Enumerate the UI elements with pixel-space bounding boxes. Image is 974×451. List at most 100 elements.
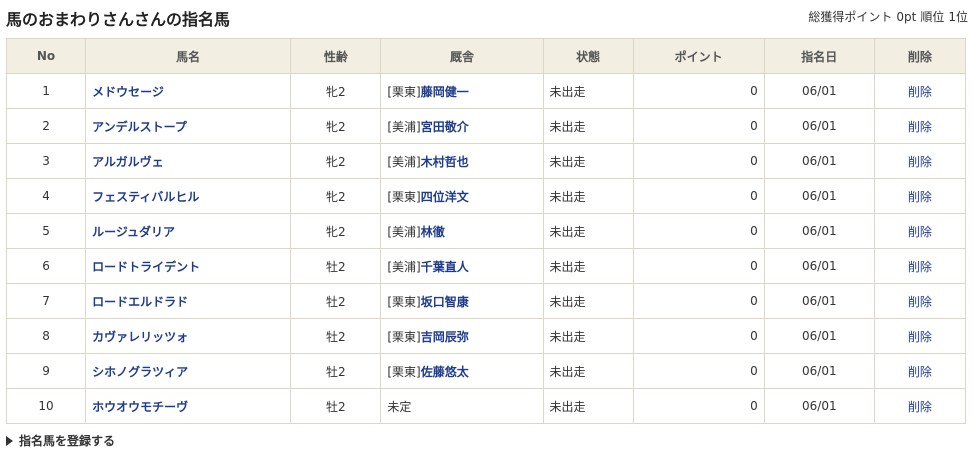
delete-link[interactable]: 削除: [908, 330, 932, 344]
page-title: 馬のおまわりさんさんの指名馬: [6, 10, 231, 29]
table-header-row: No 馬名 性齢 厩舎 状態 ポイント 指名日 削除: [5, 38, 967, 74]
delete-link[interactable]: 削除: [908, 365, 932, 379]
cell-stable: [栗東]吉岡辰弥: [380, 318, 544, 354]
cell-horse-name: ホウオウモチーヴ: [85, 388, 292, 424]
cell-sex-age: 牡2: [290, 353, 382, 389]
cell-date: 06/01: [763, 73, 875, 109]
horse-name-link[interactable]: ルージュダリア: [92, 225, 175, 239]
trainer-link[interactable]: 藤岡健一: [421, 85, 469, 99]
stable-region: [栗東]: [387, 84, 421, 99]
cell-stable: [美浦]千葉直人: [380, 248, 544, 284]
cell-status: 未出走: [542, 213, 634, 249]
rank-value: 1位: [948, 10, 968, 24]
trainer-link[interactable]: 坂口智康: [421, 295, 469, 309]
horse-name-link[interactable]: ホウオウモチーヴ: [92, 400, 188, 414]
cell-no: 2: [5, 108, 87, 144]
cell-points: 0: [632, 143, 765, 179]
delete-link[interactable]: 削除: [908, 120, 932, 134]
trainer-link[interactable]: 吉岡辰弥: [421, 330, 469, 344]
cell-delete: 削除: [873, 318, 967, 354]
table-row: 9 シホノグラツィア 牡2 [栗東]佐藤悠太 未出走 0 06/01 削除: [5, 353, 967, 389]
delete-link[interactable]: 削除: [908, 190, 932, 204]
horse-name-link[interactable]: フェスティバルヒル: [92, 190, 199, 204]
horse-name-link[interactable]: ロードエルドラド: [92, 295, 188, 309]
cell-stable: [美浦]宮田敬介: [380, 108, 544, 144]
cell-status: 未出走: [542, 283, 634, 319]
cell-no: 6: [5, 248, 87, 284]
cell-points: 0: [632, 248, 765, 284]
cell-status: 未出走: [542, 353, 634, 389]
col-header-horse-name: 馬名: [85, 38, 292, 74]
trainer-link[interactable]: 林徹: [421, 225, 445, 239]
cell-no: 10: [5, 388, 87, 424]
horse-name-link[interactable]: メドウセージ: [92, 85, 164, 99]
cell-status: 未出走: [542, 143, 634, 179]
rank-label: 順位: [920, 10, 945, 24]
table-row: 3 アルガルヴェ 牝2 [美浦]木村哲也 未出走 0 06/01 削除: [5, 143, 967, 179]
delete-link[interactable]: 削除: [908, 260, 932, 274]
trainer-undecided: 未定: [387, 399, 412, 414]
cell-sex-age: 牝2: [290, 213, 382, 249]
cell-delete: 削除: [873, 178, 967, 214]
trainer-link[interactable]: 四位洋文: [421, 190, 469, 204]
cell-no: 9: [5, 353, 87, 389]
cell-points: 0: [632, 283, 765, 319]
cell-points: 0: [632, 353, 765, 389]
cell-sex-age: 牝2: [290, 143, 382, 179]
table-row: 1 メドウセージ 牝2 [栗東]藤岡健一 未出走 0 06/01 削除: [5, 73, 967, 109]
cell-delete: 削除: [873, 73, 967, 109]
cell-sex-age: 牡2: [290, 283, 382, 319]
delete-link[interactable]: 削除: [908, 400, 932, 414]
triangle-right-icon: [6, 436, 13, 446]
cell-date: 06/01: [763, 213, 875, 249]
cell-stable: [栗東]四位洋文: [380, 178, 544, 214]
cell-sex-age: 牝2: [290, 178, 382, 214]
page-header: 馬のおまわりさんさんの指名馬 総獲得ポイント 0pt 順位 1位: [6, 4, 968, 32]
delete-link[interactable]: 削除: [908, 295, 932, 309]
total-points-label: 総獲得ポイント: [808, 10, 893, 24]
cell-horse-name: アルガルヴェ: [85, 143, 292, 179]
col-header-delete: 削除: [873, 38, 967, 74]
cell-points: 0: [632, 318, 765, 354]
cell-horse-name: フェスティバルヒル: [85, 178, 292, 214]
cell-points: 0: [632, 73, 765, 109]
stable-region: [栗東]: [387, 294, 421, 309]
delete-link[interactable]: 削除: [908, 85, 932, 99]
cell-delete: 削除: [873, 283, 967, 319]
table-row: 8 カヴァレリッツォ 牡2 [栗東]吉岡辰弥 未出走 0 06/01 削除: [5, 318, 967, 354]
cell-status: 未出走: [542, 248, 634, 284]
horse-name-link[interactable]: シホノグラツィア: [92, 365, 188, 379]
col-header-date: 指名日: [763, 38, 875, 74]
cell-delete: 削除: [873, 143, 967, 179]
horse-name-link[interactable]: ロードトライデント: [92, 260, 200, 274]
cell-sex-age: 牝2: [290, 108, 382, 144]
trainer-link[interactable]: 木村哲也: [421, 155, 469, 169]
trainer-link[interactable]: 宮田敬介: [421, 120, 469, 134]
stable-region: [美浦]: [387, 119, 421, 134]
cell-no: 7: [5, 283, 87, 319]
horse-name-link[interactable]: アンデルストープ: [92, 120, 187, 134]
cell-date: 06/01: [763, 143, 875, 179]
cell-status: 未出走: [542, 73, 634, 109]
cell-points: 0: [632, 178, 765, 214]
cell-sex-age: 牝2: [290, 73, 382, 109]
horse-name-link[interactable]: カヴァレリッツォ: [92, 330, 188, 344]
cell-delete: 削除: [873, 248, 967, 284]
cell-delete: 削除: [873, 213, 967, 249]
delete-link[interactable]: 削除: [908, 225, 932, 239]
col-header-points: ポイント: [632, 38, 765, 74]
register-horse-label: 指名馬を登録する: [19, 434, 116, 448]
cell-status: 未出走: [542, 318, 634, 354]
cell-date: 06/01: [763, 248, 875, 284]
cell-horse-name: ロードエルドラド: [85, 283, 292, 319]
cell-horse-name: ロードトライデント: [85, 248, 292, 284]
cell-horse-name: カヴァレリッツォ: [85, 318, 292, 354]
cell-date: 06/01: [763, 388, 875, 424]
col-header-sex-age: 性齢: [290, 38, 382, 74]
register-horse-link[interactable]: 指名馬を登録する: [6, 432, 115, 449]
trainer-link[interactable]: 千葉直人: [421, 260, 469, 274]
horse-name-link[interactable]: アルガルヴェ: [92, 155, 164, 169]
delete-link[interactable]: 削除: [908, 155, 932, 169]
trainer-link[interactable]: 佐藤悠太: [421, 365, 469, 379]
cell-delete: 削除: [873, 353, 967, 389]
